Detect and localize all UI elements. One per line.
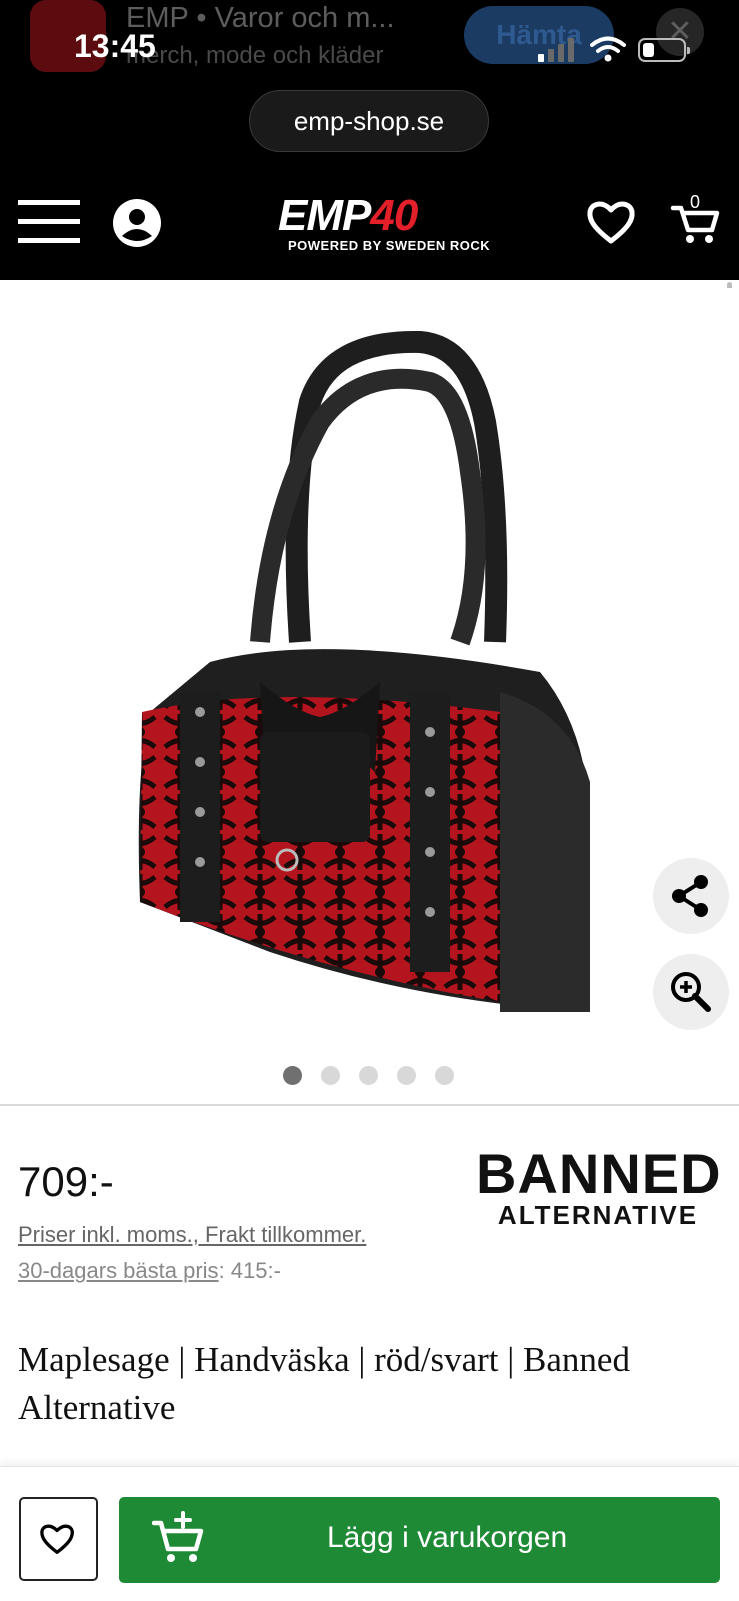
gallery-dot-1[interactable] bbox=[283, 1066, 302, 1085]
sticky-buy-bar: Lägg i varukorgen bbox=[0, 1466, 739, 1601]
emp-logo[interactable]: EMP40 POWERED BY SWEDEN ROCK bbox=[278, 191, 490, 254]
add-to-wishlist-button[interactable] bbox=[19, 1497, 98, 1581]
battery-level bbox=[643, 43, 654, 57]
zoom-in-icon bbox=[671, 972, 711, 1012]
best-price-link[interactable]: 30-dagars bästa pris bbox=[18, 1258, 219, 1283]
heart-outline-icon bbox=[40, 1524, 74, 1554]
section-divider bbox=[0, 1104, 739, 1106]
brand-logo[interactable]: BANNED ALTERNATIVE bbox=[476, 1142, 722, 1230]
add-to-cart-icon bbox=[152, 1511, 204, 1562]
gallery-dot-4[interactable] bbox=[397, 1066, 416, 1085]
cellular-signal-icon bbox=[538, 38, 574, 62]
product-price: 709:- bbox=[18, 1158, 114, 1205]
product-gallery[interactable] bbox=[0, 288, 739, 1104]
hamburger-menu-icon[interactable] bbox=[18, 200, 80, 244]
cart-count-badge: 0 bbox=[690, 192, 701, 212]
banner-subtitle: merch, mode och kläder bbox=[126, 42, 384, 69]
wifi-icon bbox=[590, 36, 626, 62]
top-black-area: EMP • Varor och m... merch, mode och klä… bbox=[0, 0, 739, 280]
add-to-cart-label: Lägg i varukorgen bbox=[327, 1521, 568, 1554]
add-to-cart-button[interactable]: Lägg i varukorgen bbox=[119, 1497, 720, 1583]
battery-icon bbox=[638, 38, 690, 62]
status-time: 13:45 bbox=[74, 28, 156, 64]
logo-number: 40 bbox=[370, 191, 418, 240]
share-icon bbox=[672, 875, 708, 917]
banner-title: EMP • Varor och m... bbox=[126, 2, 395, 34]
product-image-handbag[interactable] bbox=[120, 312, 620, 1022]
gallery-dot-2[interactable] bbox=[321, 1066, 340, 1085]
best-price-30-days: 30-dagars bästa pris: 415:- bbox=[18, 1258, 281, 1284]
logo-tagline: POWERED BY SWEDEN ROCK bbox=[288, 238, 491, 253]
gallery-dot-5[interactable] bbox=[435, 1066, 454, 1085]
gallery-dot-3[interactable] bbox=[359, 1066, 378, 1085]
brand-logo-line2: ALTERNATIVE bbox=[497, 1200, 699, 1230]
zoom-button[interactable] bbox=[653, 954, 729, 1030]
vat-shipping-link[interactable]: Priser inkl. moms., Frakt tillkommer. bbox=[18, 1222, 366, 1248]
brand-logo-line1: BANNED bbox=[476, 1142, 722, 1205]
logo-text: EMP bbox=[278, 191, 371, 240]
gallery-pagination bbox=[283, 1066, 473, 1090]
wishlist-heart-icon[interactable] bbox=[586, 198, 636, 246]
account-icon[interactable] bbox=[112, 198, 162, 248]
url-bar[interactable]: emp-shop.se bbox=[249, 90, 489, 152]
share-button[interactable] bbox=[653, 858, 729, 934]
site-header: EMP40 POWERED BY SWEDEN ROCK 0 bbox=[0, 182, 739, 262]
best-price-value: : 415:- bbox=[218, 1258, 281, 1283]
product-title: Maplesage | Handväska | röd/svart | Bann… bbox=[18, 1340, 630, 1427]
